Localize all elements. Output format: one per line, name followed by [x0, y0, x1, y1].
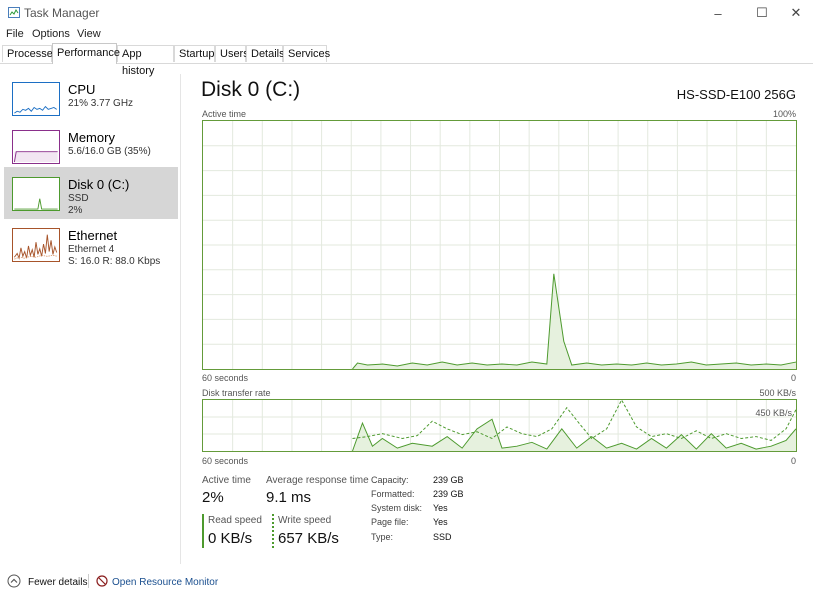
write-speed-label: Write speed	[278, 515, 332, 526]
tab-app-history[interactable]: App history	[117, 45, 174, 77]
transfer-rate-graph-max: 500 KB/s	[759, 388, 796, 398]
active-time-label: Active time	[202, 475, 251, 486]
close-button[interactable]: ✕	[774, 0, 813, 26]
response-time-label: Average response time	[266, 475, 369, 486]
tab-services[interactable]: Services	[283, 45, 330, 62]
page-title: Disk 0 (C:)	[201, 78, 301, 101]
cpu-thumbnail-graph	[12, 82, 60, 116]
fewer-details-button[interactable]: Fewer details	[28, 577, 87, 588]
type-value: SSD	[433, 532, 452, 542]
tab-processes[interactable]: Processes	[2, 45, 58, 62]
read-speed-label: Read speed	[208, 515, 262, 526]
sidebar-item-memory[interactable]: Memory 5.6/16.0 GB (35%)	[4, 120, 178, 172]
write-speed-value: 657 KB/s	[278, 530, 339, 547]
system-disk-value: Yes	[433, 503, 448, 513]
sidebar-sub-memory: 5.6/16.0 GB (35%)	[68, 146, 151, 157]
active-time-graph	[202, 120, 797, 370]
menu-view[interactable]: View	[77, 28, 101, 40]
read-speed-value: 0 KB/s	[208, 530, 253, 547]
page-file-label: Page file:	[371, 517, 409, 527]
tab-details[interactable]: Details	[246, 45, 285, 62]
menu-options[interactable]: Options	[32, 28, 70, 40]
tab-users[interactable]: Users	[215, 45, 249, 62]
memory-thumbnail-graph	[12, 130, 60, 164]
response-time-value: 9.1 ms	[266, 489, 312, 506]
active-time-graph-label: Active time	[202, 109, 247, 119]
ethernet-thumbnail-graph	[12, 228, 60, 262]
window-title: Task Manager	[24, 6, 100, 20]
chevron-up-circle-icon[interactable]	[7, 574, 21, 588]
menu-bar	[0, 26, 813, 44]
active-time-graph-timespan: 60 seconds	[202, 373, 249, 383]
sidebar-divider	[180, 74, 181, 564]
title-bar	[0, 0, 813, 26]
sidebar-sub-disk-type: SSD	[68, 193, 89, 204]
task-manager-icon	[8, 7, 20, 18]
disk-thumbnail-graph	[12, 177, 60, 211]
sidebar-label-memory: Memory	[68, 130, 115, 145]
sidebar-sub-cpu: 21% 3.77 GHz	[68, 98, 134, 109]
type-label: Type:	[371, 532, 394, 542]
tab-startup[interactable]: Startup	[174, 45, 215, 62]
sidebar-item-disk[interactable]: Disk 0 (C:) SSD 2%	[4, 167, 178, 219]
capacity-value: 239 GB	[433, 475, 464, 485]
disk-model: HS-SSD-E100 256G	[676, 87, 796, 102]
formatted-label: Formatted:	[371, 489, 415, 499]
sidebar-sub-ethernet-rate: S: 16.0 R: 88.0 Kbps	[68, 256, 161, 267]
tab-performance[interactable]: Performance	[52, 43, 120, 64]
system-disk-label: System disk:	[371, 503, 423, 513]
transfer-rate-graph-zero: 0	[790, 456, 796, 466]
capacity-label: Capacity:	[371, 475, 409, 485]
menu-file[interactable]: File	[6, 28, 24, 40]
active-time-graph-zero: 0	[790, 373, 796, 383]
minimize-button[interactable]: –	[696, 0, 740, 26]
page-file-value: Yes	[433, 517, 448, 527]
active-time-value: 2%	[202, 489, 224, 506]
transfer-rate-graph	[202, 399, 797, 452]
sidebar-sub-ethernet-adapter: Ethernet 4	[68, 244, 115, 255]
transfer-rate-graph-timespan: 60 seconds	[202, 456, 249, 466]
sidebar-label-ethernet: Ethernet	[68, 228, 118, 243]
sidebar-label-disk: Disk 0 (C:)	[68, 177, 130, 192]
formatted-value: 239 GB	[433, 489, 464, 499]
active-time-graph-max: 100%	[772, 109, 796, 119]
read-speed-indicator	[202, 514, 204, 548]
footer-separator	[88, 574, 89, 588]
open-resource-monitor-link[interactable]: Open Resource Monitor	[112, 577, 218, 588]
resource-monitor-icon	[96, 575, 108, 587]
sidebar-sub-disk-usage: 2%	[68, 205, 83, 216]
transfer-rate-graph-mid: 450 KB/s	[755, 408, 792, 418]
transfer-rate-graph-label: Disk transfer rate	[202, 388, 271, 398]
write-speed-indicator	[272, 514, 274, 548]
sidebar-item-cpu[interactable]: CPU 21% 3.77 GHz	[4, 72, 178, 124]
sidebar-item-ethernet[interactable]: Ethernet Ethernet 4 S: 16.0 R: 88.0 Kbps	[4, 218, 178, 270]
sidebar-label-cpu: CPU	[68, 82, 96, 97]
